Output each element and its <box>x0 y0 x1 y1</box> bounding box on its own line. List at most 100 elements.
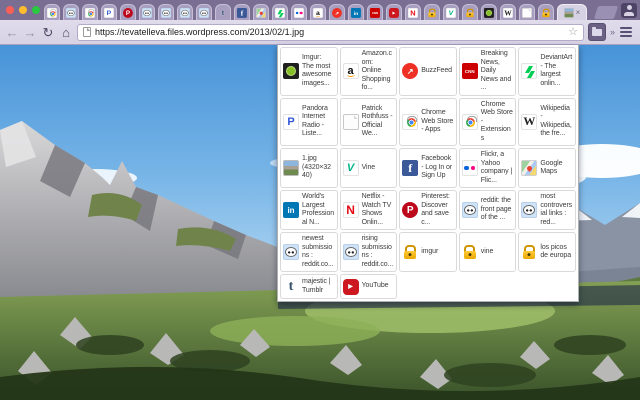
bookmark-item[interactable]: Pinterest: Discover and save c... <box>399 190 457 230</box>
new-tab-button[interactable] <box>593 6 619 19</box>
bookmark-favicon <box>342 202 359 218</box>
bookmark-item[interactable]: newest submissions : reddit.co... <box>280 232 338 272</box>
close-window-button[interactable] <box>6 6 14 14</box>
tab[interactable] <box>215 4 231 20</box>
bookmark-favicon <box>521 202 538 218</box>
tab[interactable] <box>272 4 288 20</box>
tab[interactable] <box>253 4 269 20</box>
bookmark-item[interactable]: rising submissions : reddit.co... <box>339 232 398 272</box>
tab[interactable] <box>291 4 307 20</box>
tab[interactable] <box>82 4 98 20</box>
bookmark-favicon <box>342 63 359 80</box>
tab[interactable] <box>177 4 193 20</box>
tab[interactable] <box>367 4 383 20</box>
bookmarks-overflow-chevron[interactable]: » <box>610 27 615 37</box>
tab-favicon <box>237 7 247 18</box>
bookmark-label: majestic | Tumblr <box>302 278 331 294</box>
bookmarks-grid: Imgur: The most awesome images... Amazon… <box>278 45 578 301</box>
tab-favicon <box>294 7 304 18</box>
bookmark-label: Chrome Web Store - Apps <box>421 109 454 133</box>
reload-button[interactable]: ↻ <box>41 26 55 39</box>
back-button[interactable]: ← <box>5 26 19 39</box>
tab[interactable] <box>63 4 79 20</box>
tab[interactable] <box>519 4 535 20</box>
home-button[interactable]: ⌂ <box>59 26 73 39</box>
active-tab[interactable]: × <box>557 4 587 20</box>
bookmark-item[interactable]: imgur <box>399 232 457 272</box>
tab[interactable] <box>196 4 212 20</box>
bookmark-favicon <box>402 113 419 130</box>
minimize-window-button[interactable] <box>19 6 27 14</box>
bookmark-item[interactable]: Chrome Web Store - Apps <box>399 97 457 146</box>
bookmark-item[interactable]: Facebook - Log In or Sign Up <box>399 148 457 188</box>
bookmark-item[interactable]: reddit: the front page of the ... <box>458 190 517 230</box>
tab-favicon <box>142 7 152 18</box>
bookmark-item[interactable]: Flickr, a Yahoo company | Flic... <box>458 148 517 188</box>
bookmark-label: Wikipedia - Wikipedia, the fre... <box>540 104 572 138</box>
bookmark-item[interactable]: most controversial links : red... <box>518 190 576 230</box>
bookmark-favicon <box>461 202 478 218</box>
bookmark-favicon <box>521 160 538 176</box>
tab[interactable] <box>101 4 117 20</box>
bookmark-item[interactable]: Wikipedia - Wikipedia, the fre... <box>518 97 576 146</box>
forward-button[interactable]: → <box>23 26 37 39</box>
bookmark-item[interactable]: BuzzFeed <box>399 47 457 96</box>
bookmark-label: Patrick Rothfuss - Official We... <box>361 104 393 138</box>
bookmark-item[interactable]: Google Maps <box>518 148 576 188</box>
bookmark-item[interactable]: Netflix - Watch TV Shows Onlin... <box>339 190 398 230</box>
bookmark-item[interactable]: majestic | Tumblr <box>280 274 338 299</box>
tab[interactable] <box>386 4 402 20</box>
bookmarks-folder-button[interactable] <box>587 23 606 41</box>
zoom-window-button[interactable] <box>32 6 40 14</box>
tab[interactable] <box>481 4 497 20</box>
tab-favicon <box>408 7 418 18</box>
bookmark-favicon <box>402 202 419 218</box>
tab-favicon <box>446 7 456 18</box>
tab[interactable] <box>44 4 60 20</box>
tab-favicon <box>180 7 190 18</box>
bookmark-item[interactable]: 1.jpg (4320×3240) <box>280 148 338 188</box>
url-text: https://tevatelleva.files.wordpress.com/… <box>95 27 305 37</box>
tab[interactable] <box>139 4 155 20</box>
tab[interactable] <box>329 4 345 20</box>
bookmark-label: los picos de europa <box>540 243 572 260</box>
bookmark-item[interactable]: Vine <box>339 148 398 188</box>
tab[interactable] <box>462 4 478 20</box>
tab-favicon <box>85 7 95 18</box>
bookmark-item[interactable]: Chrome Web Store - Extensions <box>458 97 517 146</box>
tab[interactable] <box>348 4 364 20</box>
tab-favicon <box>427 8 437 18</box>
bookmark-item[interactable]: DeviantArt - The largest onlin... <box>518 47 576 96</box>
tab-favicon <box>370 7 380 18</box>
tab-favicon <box>47 7 57 18</box>
bookmark-label: 1.jpg (4320×3240) <box>302 155 331 180</box>
tab[interactable] <box>405 4 421 20</box>
bookmark-item[interactable]: Amazon.com: Online Shopping fo... <box>339 47 398 96</box>
tab[interactable] <box>310 4 326 20</box>
tab[interactable] <box>443 4 459 20</box>
bookmark-item[interactable]: los picos de europa <box>518 232 576 272</box>
bookmark-label: Vine <box>361 163 376 171</box>
tab[interactable] <box>120 4 136 20</box>
bookmark-item[interactable]: Breaking News, Daily News and ... <box>458 47 517 96</box>
bookmark-item[interactable]: Patrick Rothfuss - Official We... <box>339 97 398 146</box>
bookmark-favicon <box>462 244 478 260</box>
bookmark-item[interactable]: World's Largest Professional N... <box>280 190 338 230</box>
tab-favicon <box>484 7 494 18</box>
tab[interactable] <box>538 4 554 20</box>
tab[interactable] <box>158 4 174 20</box>
tab[interactable] <box>500 4 516 20</box>
profile-button[interactable] <box>621 3 637 18</box>
tab-favicon <box>199 7 209 18</box>
bookmark-star-icon[interactable]: ☆ <box>568 26 578 38</box>
hamburger-icon <box>620 27 632 29</box>
bookmark-item[interactable]: Pandora Internet Radio - Liste... <box>280 97 338 146</box>
bookmark-item[interactable]: YouTube <box>339 274 398 299</box>
tab[interactable] <box>424 4 440 20</box>
tab-close-icon[interactable]: × <box>576 8 581 17</box>
address-bar[interactable]: https://tevatelleva.files.wordpress.com/… <box>77 23 584 41</box>
bookmark-item[interactable]: Imgur: The most awesome images... <box>280 47 338 96</box>
bookmark-item[interactable]: vine <box>458 232 517 272</box>
menu-button[interactable] <box>619 26 633 38</box>
tab[interactable] <box>234 4 250 20</box>
